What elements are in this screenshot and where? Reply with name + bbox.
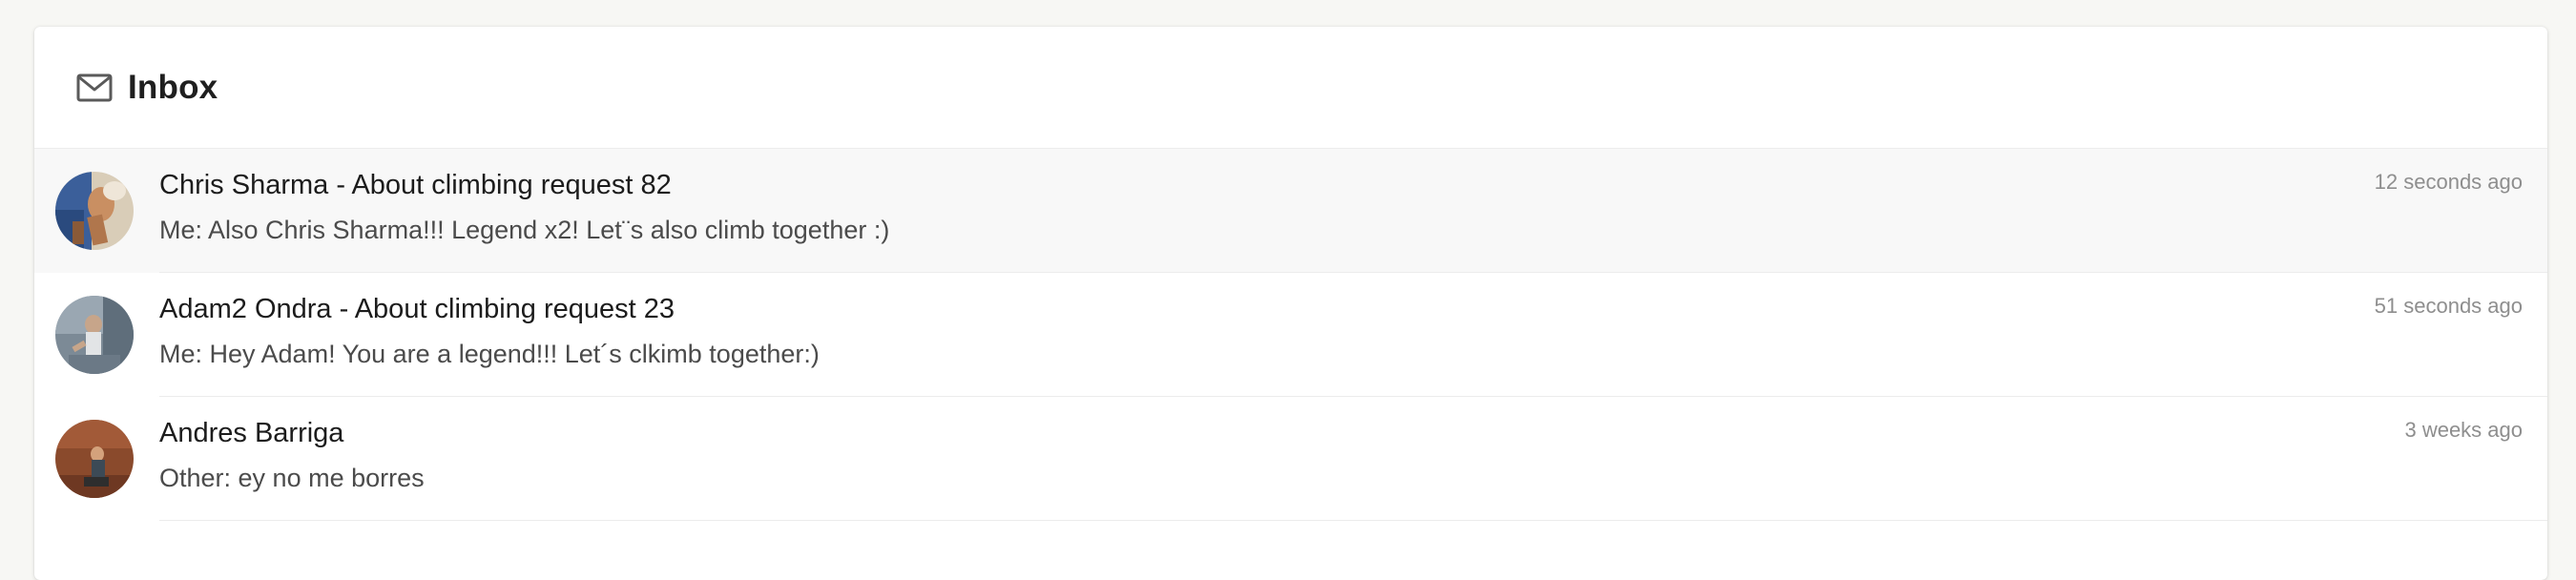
conversation-preview: Me: Hey Adam! You are a legend!!! Let´s … <box>159 340 820 368</box>
page-title: Inbox <box>128 68 218 106</box>
divider <box>159 520 2547 521</box>
conversation-item[interactable]: Adam2 Ondra - About climbing request 23 … <box>34 273 2547 397</box>
conversation-timestamp: 12 seconds ago <box>2374 170 2523 194</box>
conversation-timestamp: 3 weeks ago <box>2404 418 2523 442</box>
conversation-list: Chris Sharma - About climbing request 82… <box>34 149 2547 521</box>
conversation-item[interactable]: Andres Barriga Other: ey no me borres 3 … <box>34 397 2547 521</box>
inbox-panel: Inbox Chris Sharma - About climbing requ… <box>34 27 2547 580</box>
conversation-item[interactable]: Chris Sharma - About climbing request 82… <box>34 149 2547 273</box>
inbox-header: Inbox <box>34 27 2547 149</box>
conversation-title: Chris Sharma - About climbing request 82 <box>159 170 672 200</box>
conversation-timestamp: 51 seconds ago <box>2374 294 2523 318</box>
mail-icon <box>76 70 113 106</box>
conversation-title: Adam2 Ondra - About climbing request 23 <box>159 294 675 324</box>
avatar <box>55 420 134 498</box>
conversation-title: Andres Barriga <box>159 418 344 448</box>
conversation-preview: Other: ey no me borres <box>159 464 425 492</box>
avatar <box>55 296 134 374</box>
conversation-preview: Me: Also Chris Sharma!!! Legend x2! Let¨… <box>159 216 890 244</box>
avatar <box>55 172 134 250</box>
